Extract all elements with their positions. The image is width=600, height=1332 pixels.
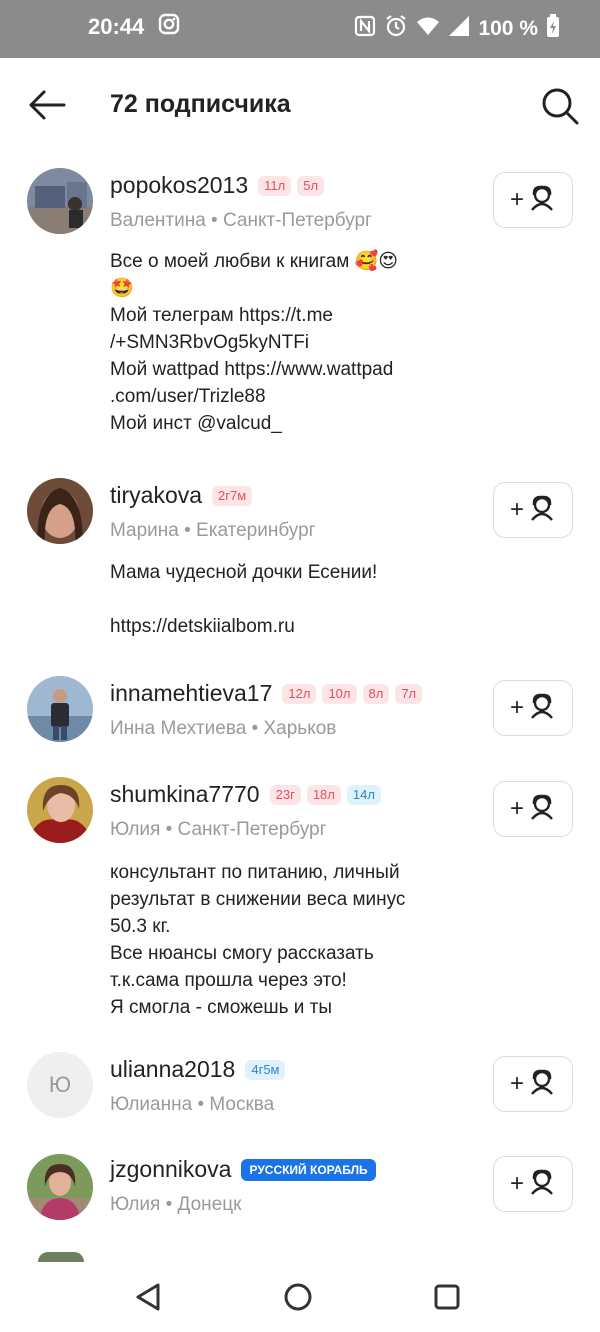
list-item: shumkina7770 23г 18л 14л Юлия • Санкт-Пе… [0,763,600,1035]
plus-icon: + [509,1170,524,1197]
user-subtitle: Юлианна • Москва [110,1094,275,1115]
add-friend-icon [528,184,556,217]
username[interactable]: jzgonnikova [110,1156,231,1183]
header: 72 подписчика [0,58,600,154]
alarm-icon [384,14,408,44]
username[interactable]: tiryakova [110,482,202,509]
follow-button[interactable]: + [493,1156,573,1212]
follow-button[interactable]: + [493,482,573,538]
user-bio: Мама чудесной дочки Есении! https://dets… [110,562,378,637]
child-age-badge: 5л [297,175,325,196]
username[interactable]: popokos2013 [110,172,248,199]
triangle-back-icon[interactable] [134,1282,162,1317]
follow-button[interactable]: + [493,1056,573,1112]
username-row: popokos2013 11л 5л [110,172,325,199]
username-row: jzgonnikova РУССКИЙ КОРАБЛЬ [110,1156,376,1183]
username-row: ulianna2018 4г5м [110,1056,286,1083]
plus-icon: + [509,1070,524,1097]
child-age-badge: 18л [306,784,341,805]
avatar[interactable] [27,478,93,544]
status-icons: 100 % [354,14,560,44]
circle-home-icon[interactable] [283,1282,313,1317]
add-friend-icon [528,793,556,826]
system-nav-bar [0,1262,600,1332]
avatar[interactable] [27,168,93,234]
add-friend-icon [528,1168,556,1201]
follow-button[interactable]: + [493,172,573,228]
user-bio: Все о моей любви к книгам 🥰😍 🤩 Мой телег… [110,251,399,434]
plus-icon: + [509,694,524,721]
status-time: 20:44 [88,14,145,39]
child-age-badge: 14л [346,784,381,805]
child-age-badge: 7л [395,683,423,704]
avatar[interactable]: Ю [27,1052,93,1118]
child-age-badge: 23г [269,784,301,805]
user-bio: консультант по питанию, личный результат… [110,862,406,1018]
follow-button[interactable]: + [493,781,573,837]
username[interactable]: ulianna2018 [110,1056,235,1083]
add-friend-icon [528,494,556,527]
plus-icon: + [509,186,524,213]
child-age-badge: 10л [322,683,357,704]
username-row: tiryakova 2г7м [110,482,253,509]
signal-icon [448,15,470,43]
user-subtitle: Юлия • Донецк [110,1194,242,1215]
status-bar: 20:44 100 % [0,0,600,58]
list-item: Ю ulianna2018 4г5м Юлианна • Москва + [0,1038,600,1138]
username-row: innamehtieva17 12л 10л 8л 7л [110,680,423,707]
child-age-badge: 11л [258,175,292,196]
user-subtitle: Валентина • Санкт-Петербург [110,210,372,231]
wifi-icon [416,15,440,43]
list-item: tiryakova 2г7м Марина • Екатеринбург Мам… [0,464,600,664]
group-badge: РУССКИЙ КОРАБЛЬ [241,1158,376,1181]
username-row: shumkina7770 23г 18л 14л [110,781,381,808]
username[interactable]: shumkina7770 [110,781,260,808]
plus-icon: + [509,496,524,523]
child-age-badge: 4г5м [245,1059,286,1080]
battery-text: 100 % [478,17,538,40]
avatar[interactable] [27,676,93,742]
username[interactable]: innamehtieva17 [110,680,272,707]
list-item: jzgonnikova РУССКИЙ КОРАБЛЬ Юлия • Донец… [0,1138,600,1238]
child-age-badge: 2г7м [212,485,253,506]
page-title: 72 подписчика [110,90,291,118]
user-subtitle: Юлия • Санкт-Петербург [110,819,327,840]
square-recents-icon[interactable] [433,1282,461,1317]
plus-icon: + [509,795,524,822]
user-subtitle: Марина • Екатеринбург [110,520,316,541]
add-friend-icon [528,692,556,725]
child-age-badge: 12л [282,683,317,704]
child-age-badge: 8л [362,683,390,704]
user-subtitle: Инна Мехтиева • Харьков [110,718,337,739]
back-arrow-icon[interactable] [28,88,68,122]
add-friend-icon [528,1068,556,1101]
list-item: popokos2013 11л 5л Валентина • Санкт-Пет… [0,154,600,464]
battery-icon [546,14,560,44]
avatar[interactable] [27,777,93,843]
search-icon[interactable] [540,86,580,126]
list-item: innamehtieva17 12л 10л 8л 7л Инна Мехтие… [0,662,600,762]
list-item-partial [38,1252,84,1262]
avatar[interactable] [27,1154,93,1220]
nfc-icon [354,15,376,43]
follow-button[interactable]: + [493,680,573,736]
